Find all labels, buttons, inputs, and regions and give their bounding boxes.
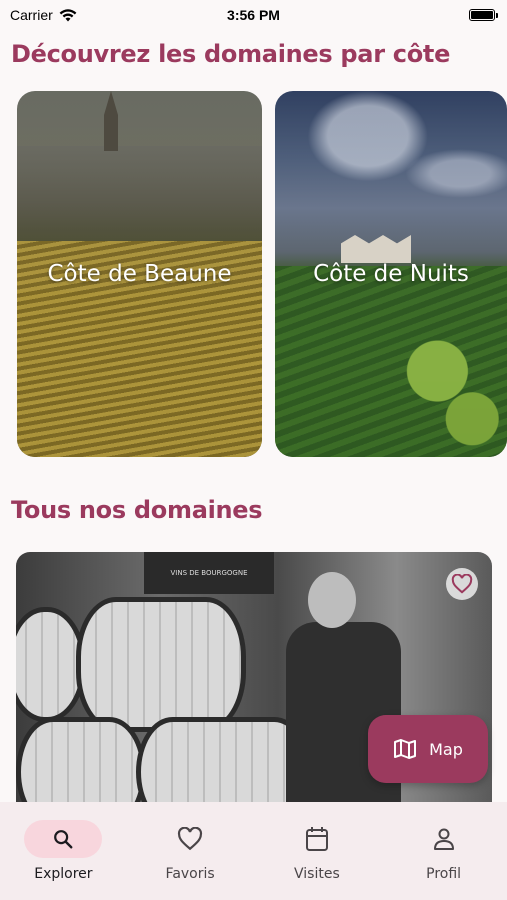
nav-item-visites[interactable]: Visites <box>254 802 381 900</box>
map-icon <box>394 739 417 759</box>
heart-icon <box>451 574 473 594</box>
sky-image <box>275 91 507 241</box>
nav-label: Profil <box>426 866 462 882</box>
wifi-icon <box>59 8 77 21</box>
map-button[interactable]: Map <box>368 715 488 783</box>
search-icon <box>54 830 73 849</box>
region-card-nuits[interactable]: Côte de Nuits <box>275 91 507 457</box>
section-title-cotes: Découvrez les domaines par côte <box>11 40 451 68</box>
map-button-label: Map <box>429 739 463 759</box>
region-carousel[interactable]: Côte de Beaune Côte de Nuits <box>17 91 507 457</box>
church-image <box>104 91 118 151</box>
wall-sign: VINS DE BOURGOGNE <box>144 552 274 594</box>
nav-label: Favoris <box>165 866 215 882</box>
favorite-button[interactable] <box>446 568 478 600</box>
person-icon <box>433 828 454 850</box>
barrel-image <box>136 717 311 804</box>
region-card-label: Côte de Nuits <box>313 261 469 287</box>
nav-item-favoris[interactable]: Favoris <box>127 802 254 900</box>
status-left: Carrier <box>10 7 77 23</box>
barrel-image <box>76 597 246 732</box>
calendar-icon <box>305 827 328 851</box>
nav-item-explorer[interactable]: Explorer <box>0 802 127 900</box>
heart-icon <box>178 827 203 851</box>
barrel-image <box>16 717 146 804</box>
vineyard-image <box>275 266 507 457</box>
battery-icon <box>469 9 498 21</box>
region-card-label: Côte de Beaune <box>47 261 232 287</box>
status-bar: Carrier 3:56 PM <box>0 0 507 30</box>
village-image <box>17 146 262 241</box>
nav-active-indicator <box>24 820 103 858</box>
bottom-navigation: Explorer Favoris Visites Profil <box>0 802 507 900</box>
carrier-label: Carrier <box>10 7 53 23</box>
nav-item-profil[interactable]: Profil <box>380 802 507 900</box>
section-title-domaines: Tous nos domaines <box>11 496 263 524</box>
nav-label: Explorer <box>34 866 93 882</box>
nav-label: Visites <box>294 866 340 882</box>
region-card-beaune[interactable]: Côte de Beaune <box>17 91 262 457</box>
